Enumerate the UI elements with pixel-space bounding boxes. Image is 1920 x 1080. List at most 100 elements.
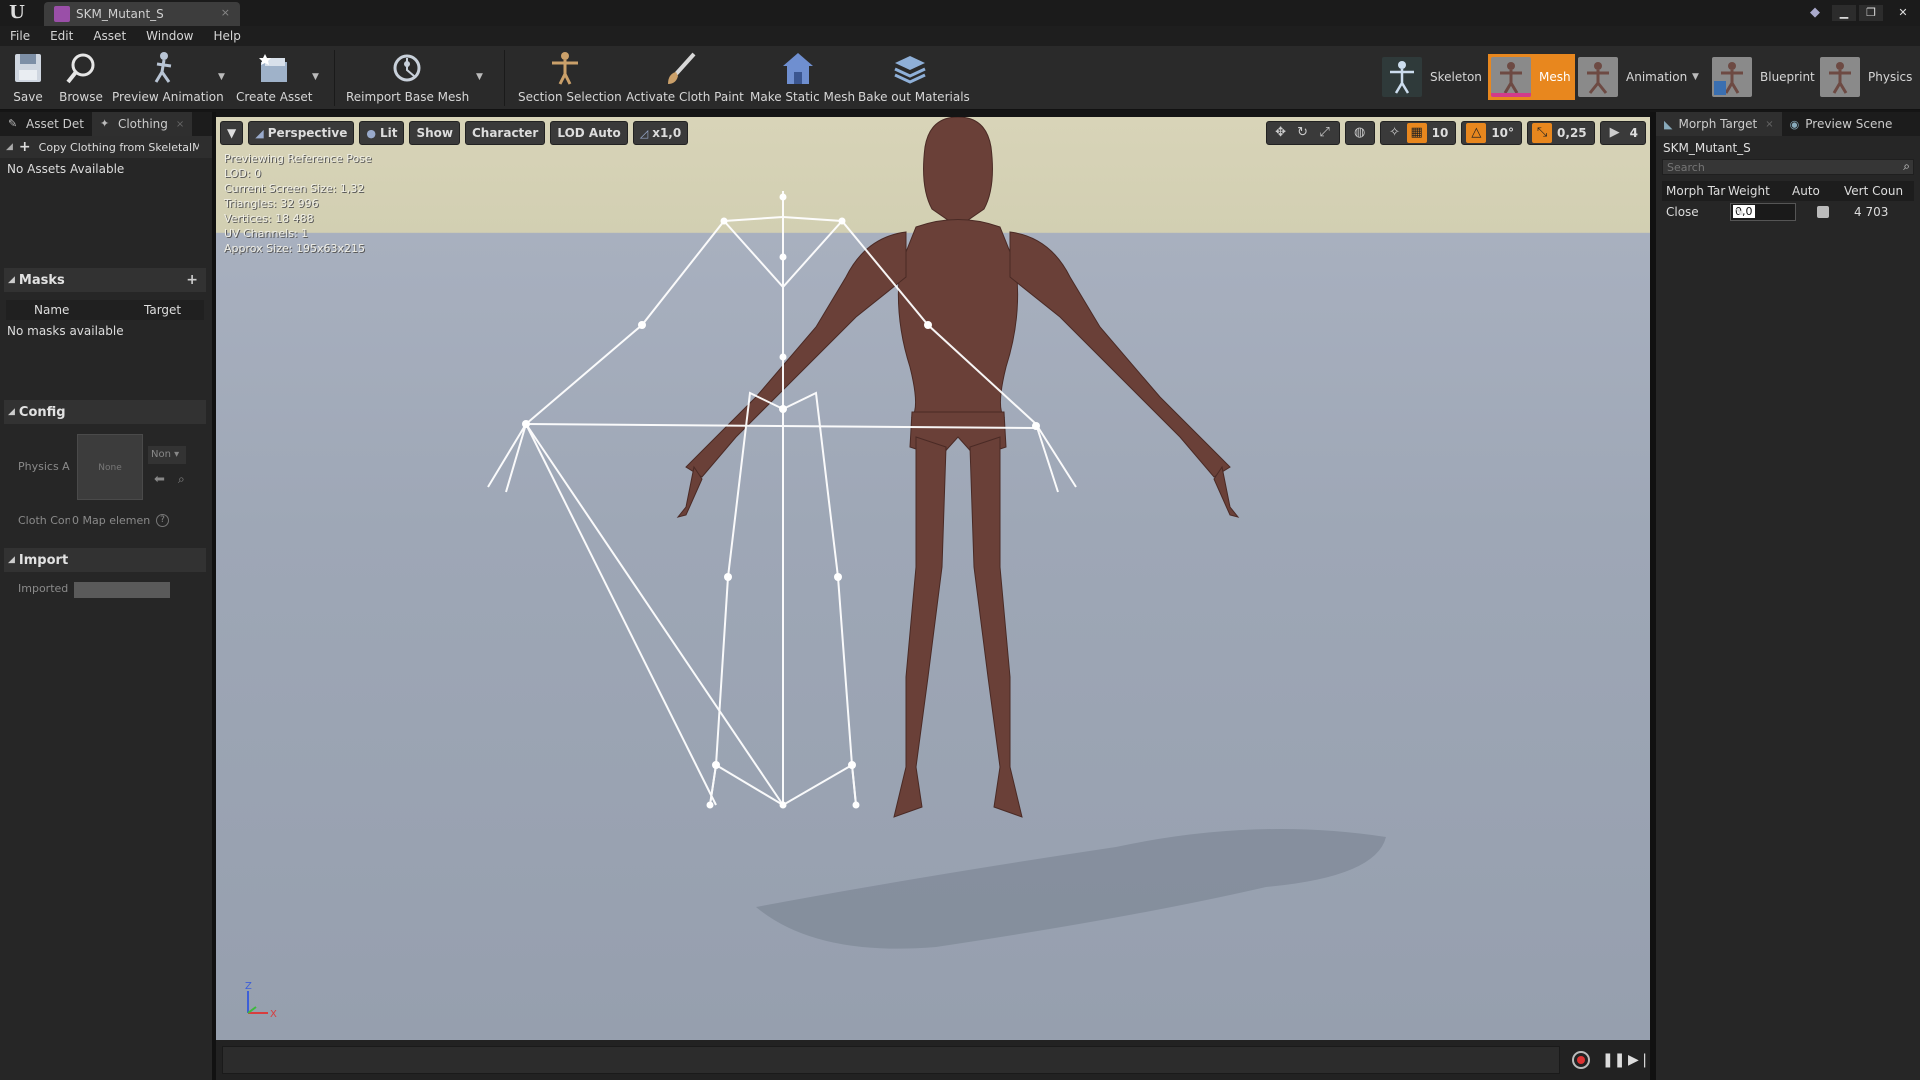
masks-section-header[interactable]: ◢ Masks +	[4, 268, 206, 292]
notification-icon[interactable]: ◆	[1810, 5, 1820, 20]
activate-cloth-paint-button[interactable]: Activate Cloth Paint	[626, 48, 744, 108]
help-icon[interactable]: ?	[156, 514, 169, 527]
scale-snap-icon[interactable]: ⤡	[1532, 123, 1553, 143]
create-asset-button[interactable]: Create Asset	[236, 48, 313, 108]
document-tab[interactable]: SKM_Mutant_S ×	[44, 2, 240, 26]
tab-preview-scene[interactable]: ◉ Preview Scene	[1782, 112, 1901, 136]
menu-asset[interactable]: Asset	[93, 26, 126, 46]
tab-asset-details[interactable]: ✎ Asset Det	[0, 112, 92, 136]
mode-physics-button[interactable]: Physics	[1820, 54, 1912, 100]
layers-icon	[894, 56, 926, 84]
step-forward-button[interactable]: ▶❘	[1628, 1051, 1651, 1069]
preview-animation-dropdown-icon[interactable]: ▼	[218, 72, 225, 82]
playback-speed-button[interactable]: ◿ x1,0	[632, 121, 689, 145]
no-masks-message: No masks available	[7, 324, 124, 338]
search-input[interactable]	[1663, 160, 1883, 175]
running-figure-icon	[154, 52, 172, 83]
weight-spinbox[interactable]: 0,0 ⬊	[1730, 203, 1796, 221]
rotation-snap-icon[interactable]: △	[1466, 123, 1487, 143]
scale-snap-value[interactable]: 0,25	[1553, 126, 1591, 140]
create-asset-dropdown-icon[interactable]: ▼	[312, 72, 319, 82]
imported-field[interactable]	[74, 582, 170, 598]
column-vert-count[interactable]: Vert Coun	[1844, 184, 1903, 198]
lod-button[interactable]: LOD Auto	[550, 121, 628, 145]
tab-clothing[interactable]: ✦ Clothing ×	[91, 112, 193, 136]
reimport-dropdown-icon[interactable]: ▼	[476, 72, 483, 82]
world-space-icon[interactable]: ◍	[1350, 123, 1370, 143]
character-button[interactable]: Character	[464, 121, 546, 145]
add-mask-icon[interactable]: +	[186, 272, 198, 288]
rotate-icon[interactable]: ↻	[1293, 123, 1313, 143]
surface-snap-icon[interactable]: ✧	[1385, 123, 1405, 143]
scale-icon[interactable]: ⤢	[1315, 123, 1335, 143]
add-icon[interactable]: +	[19, 139, 31, 155]
copy-clothing-button[interactable]: Copy Clothing from SkeletalMes	[39, 141, 199, 154]
browse-button[interactable]: Browse	[58, 48, 104, 108]
morph-name: Close	[1666, 205, 1699, 219]
restore-button[interactable]: ❐	[1859, 5, 1883, 21]
grid-snap-value[interactable]: 10	[1428, 126, 1453, 140]
viewport-options-button[interactable]: ▼	[220, 121, 244, 145]
close-window-button[interactable]: ✕	[1886, 5, 1920, 21]
table-row[interactable]: Close 0,0 ⬊ 4 703	[1662, 201, 1914, 223]
show-button[interactable]: Show	[409, 121, 460, 145]
make-static-mesh-button[interactable]: Make Static Mesh	[750, 48, 855, 108]
section-selection-button[interactable]: Section Selection	[518, 48, 622, 108]
blueprint-mode-icon	[1712, 57, 1752, 97]
mode-blueprint-button[interactable]: Blueprint	[1712, 54, 1815, 100]
animation-mode-icon	[1578, 57, 1618, 97]
mode-animation-button[interactable]: Animation	[1578, 54, 1687, 100]
menu-window[interactable]: Window	[146, 26, 193, 46]
column-auto[interactable]: Auto	[1792, 184, 1820, 198]
perspective-button[interactable]: ◢ Perspective	[248, 121, 355, 145]
translate-icon[interactable]: ✥	[1271, 123, 1291, 143]
window-controls: ▁ ❐ ✕	[1829, 0, 1920, 26]
physics-asset-combo[interactable]: Non ▾	[148, 446, 186, 464]
close-tab-icon[interactable]: ×	[221, 6, 230, 19]
cloth-config-label: Cloth Con	[18, 514, 70, 527]
rotation-snap-value[interactable]: 10°	[1487, 126, 1518, 140]
mode-skeleton-button[interactable]: Skeleton	[1382, 54, 1482, 100]
config-section-header[interactable]: ◢ Config	[4, 400, 206, 424]
main-toolbar: Save Browse Preview Animation ▼ Create A…	[0, 46, 1920, 110]
import-section-header[interactable]: ◢ Import	[4, 548, 206, 572]
auto-checkbox[interactable]	[1817, 206, 1829, 218]
menu-edit[interactable]: Edit	[50, 26, 73, 46]
column-morph-target[interactable]: Morph Tar	[1666, 184, 1725, 198]
morph-search-box[interactable]: ⌕	[1662, 159, 1914, 175]
lit-button[interactable]: ● Lit	[359, 121, 405, 145]
camera-speed-value[interactable]: 4	[1626, 126, 1642, 140]
save-button[interactable]: Save	[8, 48, 48, 108]
unreal-logo-icon[interactable]: U	[6, 2, 28, 24]
timeline-scrubber[interactable]	[222, 1046, 1560, 1074]
menu-file[interactable]: File	[10, 26, 30, 46]
stats-line: Vertices: 18 488	[224, 212, 314, 225]
camera-speed-icon[interactable]: ▶	[1605, 123, 1625, 143]
drag-handle-icon[interactable]: ⬊	[1733, 205, 1791, 218]
animation-mode-dropdown-icon[interactable]: ▼	[1692, 72, 1699, 82]
collapse-icon[interactable]: ◢	[6, 142, 13, 152]
reimport-base-mesh-button[interactable]: Reimport Base Mesh	[346, 48, 469, 108]
browse-to-asset-icon[interactable]: ⌕	[178, 472, 185, 487]
minimize-button[interactable]: ▁	[1832, 5, 1856, 21]
viewport[interactable]: ▼ ◢ Perspective ● Lit Show Character LOD A…	[216, 117, 1650, 1040]
grid-snap-icon[interactable]: ▦	[1406, 123, 1427, 143]
preview-animation-button[interactable]: Preview Animation	[112, 48, 224, 108]
character-preview[interactable]	[216, 117, 1650, 1040]
column-target[interactable]: Target	[144, 303, 181, 317]
close-tab-icon[interactable]: ×	[1765, 119, 1773, 130]
pause-button[interactable]: ❚❚	[1602, 1051, 1625, 1069]
search-icon: ⌕	[1903, 159, 1910, 173]
record-button[interactable]	[1572, 1051, 1590, 1069]
physics-asset-thumbnail[interactable]: None	[77, 434, 143, 500]
menu-help[interactable]: Help	[213, 26, 240, 46]
mesh-mode-icon	[1491, 57, 1531, 97]
mode-mesh-button[interactable]: Mesh	[1488, 54, 1575, 100]
use-selected-icon[interactable]: ⬅	[154, 472, 165, 487]
column-weight[interactable]: Weight	[1728, 184, 1770, 198]
close-tab-icon[interactable]: ×	[176, 119, 184, 130]
scale-snap-group: ⤡ 0,25	[1527, 121, 1595, 145]
column-name[interactable]: Name	[34, 303, 69, 317]
bake-out-materials-button[interactable]: Bake out Materials	[858, 48, 970, 108]
tab-morph-target[interactable]: ◣ Morph Target ×	[1656, 112, 1782, 136]
